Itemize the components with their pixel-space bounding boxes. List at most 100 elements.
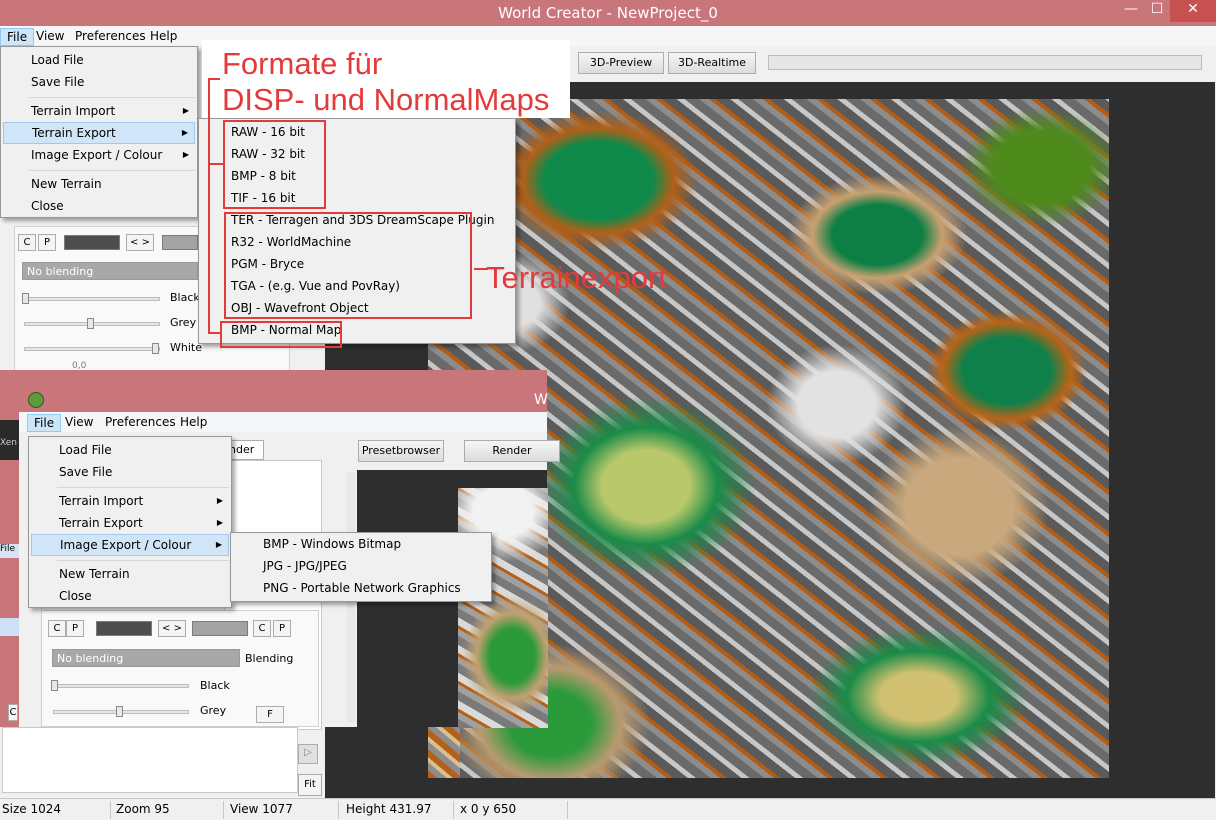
- annotation-bracket-mid: [208, 163, 223, 165]
- black-label: Black: [170, 291, 200, 304]
- 3d-realtime-button[interactable]: 3D-Realtime: [668, 52, 756, 74]
- render-button[interactable]: Render: [464, 440, 560, 462]
- menu-file[interactable]: File: [0, 28, 35, 46]
- inset-grey-slider-thumb[interactable]: [116, 706, 123, 717]
- arrow-right-icon[interactable]: ▷: [298, 744, 318, 764]
- inset-menu-terrain-import-label: Terrain Import: [59, 494, 144, 508]
- annotation-bracket-top: [208, 78, 220, 80]
- menu-terrain-export-label: Terrain Export: [32, 126, 116, 140]
- inset-menu-terrain-import[interactable]: Terrain Import ▶: [31, 490, 229, 512]
- inset-menu-help[interactable]: Help: [174, 414, 213, 432]
- inset-menu-file[interactable]: File: [27, 414, 62, 432]
- black-slider[interactable]: [24, 297, 160, 301]
- menu-image-export[interactable]: Image Export / Colour ▶: [3, 144, 195, 166]
- status-bar: Size 1024 Zoom 95 View 1077 Height 431.9…: [0, 798, 1216, 820]
- image-export-png[interactable]: PNG - Portable Network Graphics: [233, 577, 489, 599]
- inset-menu-load-file[interactable]: Load File: [31, 439, 229, 461]
- annotation-box-normal-map: [220, 321, 342, 348]
- swap-button[interactable]: < >: [126, 234, 154, 251]
- annotation-bracket-line: [208, 78, 210, 334]
- inset-color-swatch-dark[interactable]: [96, 621, 152, 636]
- inset-menu-new-terrain[interactable]: New Terrain: [31, 563, 229, 585]
- inset-menu-separator: [57, 560, 229, 561]
- inset-grey-label: Grey: [200, 704, 227, 717]
- title-bar: World Creator - NewProject_0 — ☐ ✕: [0, 0, 1216, 26]
- menu-new-terrain[interactable]: New Terrain: [3, 173, 195, 195]
- paste-button[interactable]: P: [38, 234, 56, 251]
- menu-load-file[interactable]: Load File: [3, 49, 195, 71]
- submenu-arrow-icon: ▶: [216, 518, 223, 527]
- image-export-jpg[interactable]: JPG - JPG/JPEG: [233, 555, 489, 577]
- status-separator: [567, 801, 568, 819]
- white-slider-thumb[interactable]: [152, 343, 159, 354]
- submenu-arrow-icon: ▶: [181, 128, 188, 137]
- grey-label: Grey: [170, 316, 197, 329]
- status-separator: [110, 801, 111, 819]
- submenu-arrow-icon: ▶: [182, 106, 189, 115]
- inset-paste-button-2[interactable]: P: [273, 620, 291, 637]
- menu-help[interactable]: Help: [144, 28, 183, 46]
- status-view: View 1077: [230, 802, 293, 816]
- app-globe-icon: [28, 392, 44, 408]
- inset-menu-preferences[interactable]: Preferences: [99, 414, 182, 432]
- annotation-terrainexport: Terrainexport: [486, 260, 667, 295]
- small-c-button[interactable]: C: [8, 704, 18, 721]
- menu-preferences[interactable]: Preferences: [69, 28, 152, 46]
- menu-terrain-export[interactable]: Terrain Export ▶: [3, 122, 195, 144]
- inset-color-swatch-light[interactable]: [192, 621, 248, 636]
- inset-blend-mode-select[interactable]: No blending: [52, 649, 240, 667]
- presetbrowser-button[interactable]: Presetbrowser: [358, 440, 444, 462]
- menu-close[interactable]: Close: [3, 195, 195, 217]
- submenu-arrow-icon: ▶: [182, 150, 189, 159]
- color-swatch-light[interactable]: [162, 235, 198, 250]
- status-separator: [338, 801, 339, 819]
- submenu-arrow-icon: ▶: [215, 540, 222, 549]
- inset-left-text: Xen: [0, 420, 19, 460]
- maximize-button[interactable]: ☐: [1144, 0, 1170, 22]
- inset-menu-save-file[interactable]: Save File: [31, 461, 229, 483]
- submenu-arrow-icon: ▶: [216, 496, 223, 505]
- annotation-formats-line1: Formate für: [222, 46, 383, 81]
- black-slider-thumb[interactable]: [22, 293, 29, 304]
- inset-paste-button[interactable]: P: [66, 620, 84, 637]
- white-slider[interactable]: [24, 347, 160, 351]
- menu-separator: [29, 170, 195, 171]
- inset-menu-close[interactable]: Close: [31, 585, 229, 607]
- status-separator: [453, 801, 454, 819]
- annotation-box-terrain-formats: [224, 212, 472, 319]
- inset-menu-image-export[interactable]: Image Export / Colour ▶: [31, 534, 229, 556]
- inset-menu-separator: [57, 487, 229, 488]
- close-button[interactable]: ✕: [1170, 0, 1216, 22]
- status-coords: x 0 y 650: [460, 802, 517, 816]
- inset-menu-terrain-export[interactable]: Terrain Export ▶: [31, 512, 229, 534]
- inset-window-title: W: [534, 392, 548, 408]
- inset-swap-button[interactable]: < >: [158, 620, 186, 637]
- bottom-left-panel: [2, 727, 298, 793]
- blend-mode-select[interactable]: No blending: [22, 262, 198, 280]
- 3d-preview-button[interactable]: 3D-Preview: [578, 52, 664, 74]
- inset-black-slider-thumb[interactable]: [51, 680, 58, 691]
- inset-blending-label: Blending: [245, 652, 294, 665]
- fit-button[interactable]: Fit: [298, 774, 322, 796]
- menu-view[interactable]: View: [30, 28, 70, 46]
- status-separator: [223, 801, 224, 819]
- inset-terrain-image: [458, 488, 548, 728]
- inset-menu-view[interactable]: View: [59, 414, 99, 432]
- annotation-bracket-bottom: [208, 332, 220, 334]
- copy-button[interactable]: C: [18, 234, 36, 251]
- inset-copy-button[interactable]: C: [48, 620, 66, 637]
- image-export-bmp[interactable]: BMP - Windows Bitmap: [233, 533, 489, 555]
- inset-menu-image-export-label: Image Export / Colour: [60, 538, 192, 552]
- menu-save-file[interactable]: Save File: [3, 71, 195, 93]
- menu-terrain-import[interactable]: Terrain Import ▶: [3, 100, 195, 122]
- grey-slider-thumb[interactable]: [87, 318, 94, 329]
- inset-copy-button-2[interactable]: C: [253, 620, 271, 637]
- color-swatch-dark[interactable]: [64, 235, 120, 250]
- inset-menu-bar: File View Preferences Help: [19, 412, 547, 432]
- inset-left-file: File: [0, 544, 19, 558]
- minimize-button[interactable]: —: [1118, 0, 1144, 22]
- inset-left-highlight: [0, 618, 19, 636]
- inset-f-button[interactable]: F: [256, 706, 284, 723]
- image-export-submenu: BMP - Windows Bitmap JPG - JPG/JPEG PNG …: [230, 532, 492, 602]
- inset-black-slider[interactable]: [53, 684, 189, 688]
